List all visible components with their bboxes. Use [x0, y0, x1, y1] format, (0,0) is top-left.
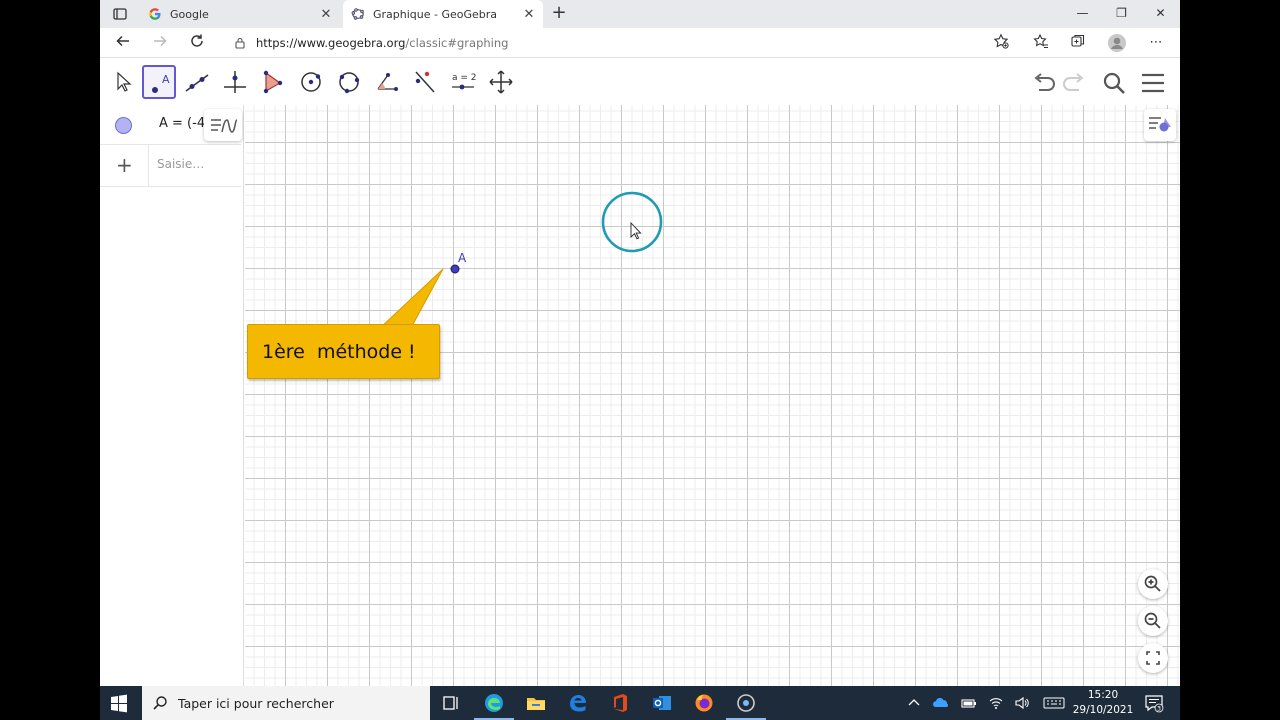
zoom-out-button[interactable]: [1138, 606, 1168, 636]
circle-center-tool-icon[interactable]: [294, 65, 328, 99]
point-a-label: A: [458, 251, 467, 265]
circle-object[interactable]: [601, 191, 663, 253]
tab-close-icon[interactable]: ✕: [318, 7, 334, 22]
tab-geogebra[interactable]: Graphique - GeoGebra ✕: [343, 0, 543, 28]
notifications-icon[interactable]: 3: [1144, 693, 1164, 713]
edge-legacy-icon[interactable]: [567, 692, 589, 714]
volume-icon[interactable]: [1014, 695, 1030, 711]
geogebra-toolbar: A a = 2: [100, 59, 1180, 105]
line-tool-icon[interactable]: [180, 65, 214, 99]
refresh-icon[interactable]: [186, 33, 208, 53]
url-host: https://www.geogebra.org: [256, 36, 406, 50]
polygon-tool-icon[interactable]: [256, 65, 290, 99]
undo-icon[interactable]: [1030, 69, 1058, 97]
angle-tool-icon[interactable]: [370, 65, 404, 99]
slider-tool-label: a = 2: [452, 73, 476, 83]
tab-strip: Google ✕ Graphique - GeoGebra ✕ + — ❐ ✕: [100, 0, 1180, 28]
callout-pointer: [378, 268, 444, 329]
input-gutter: [148, 145, 149, 187]
geogebra-favicon-icon: [351, 8, 364, 20]
forward-icon[interactable]: [149, 33, 171, 53]
point-tool-letter: A: [162, 73, 170, 86]
zoom-out-icon: [1144, 612, 1161, 629]
taskbar: Taper ici pour rechercher 15:20 29/10/20…: [100, 686, 1180, 720]
redo-icon[interactable]: [1060, 69, 1088, 97]
point-a[interactable]: [450, 264, 460, 274]
url-field[interactable]: https://www.geogebra.org/classic#graphin…: [226, 31, 1016, 55]
graphics-canvas[interactable]: A: [245, 105, 1180, 686]
lock-icon[interactable]: [234, 37, 246, 49]
search-icon: [153, 696, 167, 710]
tab-google[interactable]: Google ✕: [140, 0, 340, 28]
wifi-icon[interactable]: [988, 695, 1004, 711]
recording-app-icon[interactable]: [735, 692, 757, 714]
tab-title: Google: [170, 7, 209, 21]
fullscreen-icon: [1146, 651, 1160, 665]
reflect-tool-icon[interactable]: [408, 65, 442, 99]
mouse-cursor-icon: [630, 221, 642, 240]
point-tool-icon[interactable]: A: [142, 65, 176, 99]
zoom-in-button[interactable]: [1138, 569, 1168, 599]
office-icon[interactable]: [609, 692, 631, 714]
zoom-in-icon: [1144, 575, 1161, 592]
algebra-input-row[interactable]: + Saisie…: [100, 145, 241, 187]
battery-icon[interactable]: [961, 695, 977, 711]
tab-close-icon[interactable]: ✕: [521, 7, 537, 22]
screen: Google ✕ Graphique - GeoGebra ✕ + — ❐ ✕: [100, 0, 1180, 720]
windows-start-icon[interactable]: [108, 693, 130, 713]
algebra-input[interactable]: Saisie…: [157, 157, 204, 171]
fullscreen-button[interactable]: [1138, 643, 1168, 673]
slider-tool-icon[interactable]: a = 2: [446, 65, 480, 99]
url-path: /classic#graphing: [405, 36, 509, 50]
close-window-button[interactable]: ✕: [1141, 0, 1180, 28]
minimize-button[interactable]: —: [1063, 0, 1102, 28]
algebra-expression[interactable]: A = (-4: [159, 116, 207, 131]
google-favicon-icon: [149, 8, 161, 20]
window-controls: — ❐ ✕: [1063, 0, 1180, 28]
graphics-view[interactable]: A: [245, 105, 1180, 686]
taskbar-clock[interactable]: 15:20 29/10/2021: [1068, 688, 1138, 718]
graphics-settings-icon: [1149, 117, 1171, 132]
tray-chevron-up-icon[interactable]: [906, 695, 922, 711]
add-item-icon[interactable]: +: [116, 153, 133, 177]
firefox-icon[interactable]: [693, 692, 715, 714]
move-graphics-tool-icon[interactable]: [484, 65, 518, 99]
notifications-count: 3: [1157, 704, 1161, 712]
favorites-icon[interactable]: [1030, 33, 1052, 53]
callout-box: 1ère méthode !: [247, 324, 440, 379]
favorite-star-icon[interactable]: [990, 33, 1012, 53]
task-view-icon[interactable]: [440, 692, 462, 714]
more-menu-icon[interactable]: ⋯: [1145, 33, 1167, 53]
circle-three-points-tool-icon[interactable]: [332, 65, 366, 99]
visibility-marble-icon[interactable]: [115, 117, 132, 134]
taskbar-search-placeholder: Taper ici pour rechercher: [178, 695, 334, 711]
algebra-style-button[interactable]: [204, 109, 242, 141]
graphics-style-button[interactable]: [1144, 109, 1176, 141]
hamburger-menu-icon[interactable]: [1139, 69, 1167, 97]
move-tool-icon[interactable]: [105, 65, 139, 99]
perpendicular-tool-icon[interactable]: [218, 65, 252, 99]
edge-browser-icon[interactable]: [483, 692, 505, 714]
tab-title: Graphique - GeoGebra: [373, 7, 498, 21]
file-explorer-icon[interactable]: [525, 692, 547, 714]
search-icon[interactable]: [1100, 69, 1128, 97]
restore-button[interactable]: ❐: [1102, 0, 1141, 28]
new-tab-button[interactable]: +: [548, 3, 570, 25]
back-icon[interactable]: [112, 33, 134, 53]
clock-date: 29/10/2021: [1072, 704, 1134, 716]
clock-time: 15:20: [1087, 689, 1119, 701]
onedrive-icon[interactable]: [933, 695, 949, 711]
outlook-icon[interactable]: [651, 692, 673, 714]
algebra-item[interactable]: A = (-4: [100, 105, 242, 145]
algebra-view: A = (-4 + Saisie…: [100, 105, 244, 686]
profile-avatar[interactable]: [1106, 33, 1128, 53]
keyboard-icon[interactable]: [1043, 695, 1065, 711]
taskbar-search[interactable]: Taper ici pour rechercher: [142, 686, 430, 720]
algebra-description-icon: [211, 119, 238, 133]
collections-icon[interactable]: [1067, 33, 1089, 53]
tab-actions-icon[interactable]: [110, 4, 130, 24]
address-bar-row: https://www.geogebra.org/classic#graphin…: [100, 28, 1180, 58]
